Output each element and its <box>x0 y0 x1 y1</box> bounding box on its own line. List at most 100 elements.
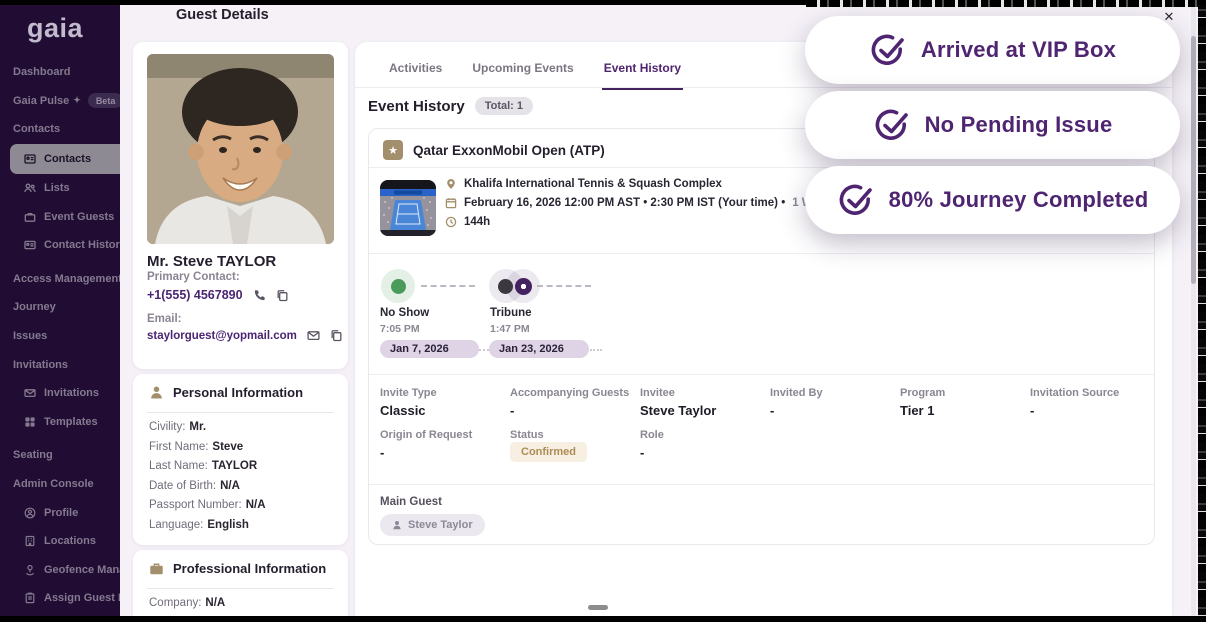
sidebar-item-gaia-pulse[interactable]: Gaia Pulse ✦ Beta <box>0 87 120 116</box>
main-guest-chip[interactable]: Steve Taylor <box>380 514 485 536</box>
tab-event-history[interactable]: Event History <box>602 42 683 90</box>
divider <box>369 484 1154 485</box>
event-thumbnail <box>380 180 436 236</box>
sidebar-item-geofence-manager[interactable]: Geofence Manager <box>0 556 120 585</box>
sidebar: gaia Dashboard Gaia Pulse ✦ Beta Contact… <box>0 5 120 616</box>
phone-number[interactable]: +1(555) 4567890 <box>147 288 243 302</box>
sidebar-item-locations[interactable]: Locations <box>0 527 120 556</box>
tab-upcoming-events[interactable]: Upcoming Events <box>470 42 575 90</box>
sidebar-item-templates[interactable]: Templates <box>0 408 120 437</box>
detail-value: Tier 1 <box>900 403 934 418</box>
contact-card-icon <box>24 153 36 165</box>
phone-row: +1(555) 4567890 <box>147 288 289 302</box>
phone-icon[interactable] <box>253 289 266 302</box>
tabs: Activities Upcoming Events Event History <box>387 42 683 90</box>
sidebar-item-contact-history[interactable]: Contact History <box>0 231 120 260</box>
bottom-edge-bar <box>0 616 1206 622</box>
toast-text: Arrived at VIP Box <box>921 37 1116 63</box>
envelope-icon <box>24 387 36 399</box>
bag-icon <box>24 211 36 223</box>
event-duration: 144h <box>464 216 490 228</box>
sidebar-section-admin-console[interactable]: Admin Console <box>0 470 120 499</box>
sidebar-item-issues[interactable]: Issues <box>0 322 120 351</box>
check-circle-icon <box>837 182 873 218</box>
toast-text: 80% Journey Completed <box>889 187 1149 213</box>
detail-value: - <box>770 403 774 418</box>
sidebar-item-dashboard[interactable]: Dashboard <box>0 58 120 87</box>
id-card-icon <box>24 239 36 251</box>
sidebar-item-invitations[interactable]: Invitations <box>0 379 120 408</box>
detail-value: - <box>380 445 384 460</box>
field-last-name: Last Name:TAYLOR <box>149 457 340 477</box>
detail-label: Origin of Request <box>380 429 472 441</box>
sidebar-item-assign-guest-data[interactable]: Assign Guest Data <box>0 584 120 613</box>
timeline-date-pill: Jan 23, 2026 <box>489 340 589 358</box>
copy-email-icon[interactable] <box>330 329 343 342</box>
beta-badge: Beta <box>88 93 120 108</box>
detail-label: Invite Type <box>380 387 437 399</box>
grid-icon <box>24 416 36 428</box>
tab-activities[interactable]: Activities <box>387 42 444 90</box>
detail-label: Invitee <box>640 387 675 399</box>
event-venue: Khalifa International Tennis & Squash Co… <box>464 178 722 190</box>
detail-label: Invited By <box>770 387 823 399</box>
copy-phone-icon[interactable] <box>276 289 289 302</box>
right-edge-bar <box>1198 0 1206 622</box>
event-title: Qatar ExxonMobil Open (ATP) <box>413 143 605 158</box>
toast-no-pending-issue[interactable]: No Pending Issue <box>805 91 1180 159</box>
sidebar-section-contacts[interactable]: Contacts <box>0 115 120 144</box>
total-badge: Total: 1 <box>475 97 533 115</box>
detail-value: Classic <box>380 403 426 418</box>
clipboard-icon <box>24 592 36 604</box>
sidebar-item-profile[interactable]: Profile <box>0 498 120 527</box>
divider <box>147 412 334 413</box>
sidebar-item-access-management[interactable]: Access Management <box>0 265 120 294</box>
mail-icon[interactable] <box>307 329 320 342</box>
scrollbar-thumb[interactable] <box>1191 36 1196 284</box>
detail-value: - <box>1030 403 1034 418</box>
toast-close-icon[interactable]: ✕ <box>1160 8 1178 26</box>
divider <box>369 374 1154 375</box>
recording-noise <box>806 0 1199 7</box>
sidebar-item-contacts[interactable]: Contacts <box>10 144 120 174</box>
professional-info-fields: Company:N/A <box>149 594 340 614</box>
sparkle-icon: ✦ <box>73 95 81 106</box>
sidebar-section-invitations[interactable]: Invitations <box>0 350 120 379</box>
drag-handle[interactable] <box>588 605 608 610</box>
timeline-node-dark-dot <box>498 279 513 294</box>
toast-journey-completed[interactable]: 80% Journey Completed <box>805 166 1180 234</box>
event-datetime: February 16, 2026 12:00 PM AST • 2:30 PM… <box>464 197 785 209</box>
calendar-icon <box>445 197 457 209</box>
timeline-connector <box>537 285 591 287</box>
guest-profile-card: Mr. Steve TAYLOR Primary Contact: +1(555… <box>133 42 348 369</box>
pill-connector <box>590 349 602 351</box>
field-company: Company:N/A <box>149 594 340 614</box>
sidebar-item-journey[interactable]: Journey <box>0 293 120 322</box>
building-icon <box>24 535 36 547</box>
guest-name: Mr. Steve TAYLOR <box>147 253 276 270</box>
briefcase-icon <box>149 561 164 576</box>
detail-label: Role <box>640 429 664 441</box>
geofence-pin-icon <box>24 564 36 576</box>
divider <box>369 253 1154 254</box>
sidebar-item-lists[interactable]: Lists <box>0 174 120 203</box>
detail-label: Accompanying Guests <box>510 387 629 399</box>
field-civility: Civility:Mr. <box>149 418 340 438</box>
personal-info-card: Personal Information Civility:Mr. First … <box>133 374 348 545</box>
sidebar-item-seating[interactable]: Seating <box>0 441 120 470</box>
timeline-time: 7:05 PM <box>380 323 420 335</box>
people-icon <box>24 182 36 194</box>
field-language: Language:English <box>149 516 340 536</box>
primary-contact-label: Primary Contact: <box>147 271 240 283</box>
check-circle-icon <box>873 107 909 143</box>
timeline-connector <box>421 285 475 287</box>
professional-info-title: Professional Information <box>173 561 326 576</box>
toast-arrived-vip-box[interactable]: Arrived at VIP Box <box>805 16 1180 84</box>
event-star-icon: ★ <box>383 140 403 160</box>
email-address[interactable]: staylorguest@yopmail.com <box>147 330 297 342</box>
main-guest-name: Steve Taylor <box>408 519 473 531</box>
sidebar-item-event-guests[interactable]: Event Guests <box>0 202 120 231</box>
field-first-name: First Name:Steve <box>149 438 340 458</box>
screen: gaia Dashboard Gaia Pulse ✦ Beta Contact… <box>0 0 1206 622</box>
detail-value: - <box>640 445 644 460</box>
